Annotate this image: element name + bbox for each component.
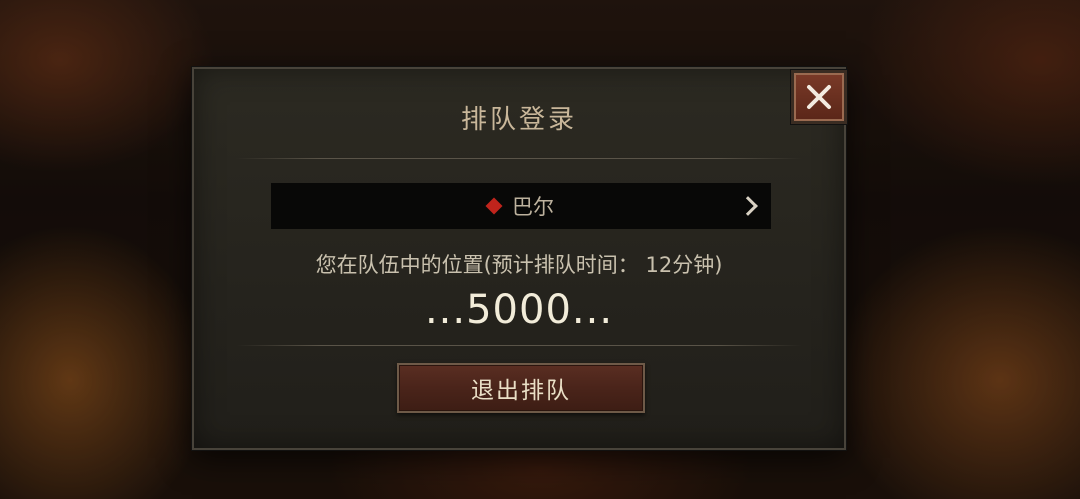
close-icon bbox=[807, 85, 831, 109]
server-name: 巴尔 bbox=[512, 195, 554, 219]
close-button[interactable] bbox=[791, 70, 847, 124]
queue-position: ...5000... bbox=[424, 287, 614, 333]
title-divider bbox=[236, 158, 802, 159]
server-selector[interactable]: 巴尔 bbox=[271, 183, 771, 229]
queue-info-text: 您在队伍中的位置(预计排队时间： 12分钟) bbox=[315, 253, 723, 277]
diamond-icon bbox=[485, 197, 503, 215]
footer-divider bbox=[236, 345, 802, 346]
game-scene: 排队登录 巴尔 您在队伍中的位置(预计排队时间： 12分钟) ...5000..… bbox=[0, 0, 1080, 499]
queue-login-dialog: 排队登录 巴尔 您在队伍中的位置(预计排队时间： 12分钟) ...5000..… bbox=[192, 67, 846, 450]
leave-queue-button[interactable]: 退出排队 bbox=[397, 363, 645, 413]
dialog-title: 排队登录 bbox=[460, 105, 577, 135]
